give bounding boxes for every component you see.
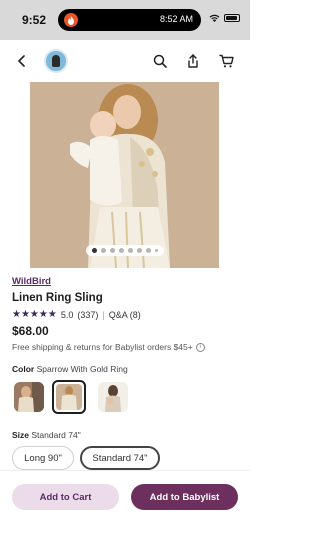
nav-bar (0, 40, 250, 82)
color-swatch[interactable] (14, 382, 44, 412)
size-selected-value: Standard 74" (31, 430, 81, 440)
rating-row[interactable]: ★★★★★ 5.0 (337) | Q&A (8) (12, 309, 141, 320)
carousel-dots[interactable] (30, 245, 219, 256)
brand-link[interactable]: WildBird (12, 276, 51, 287)
avatar[interactable] (44, 49, 68, 73)
color-label: Color (12, 364, 35, 374)
add-to-registry-button[interactable]: Add to Babylist (131, 484, 238, 510)
shipping-text: Free shipping & returns for Babylist ord… (12, 342, 193, 352)
color-swatch[interactable] (98, 382, 128, 412)
shipping-info: Free shipping & returns for Babylist ord… (12, 342, 205, 352)
product-title: Linen Ring Sling (12, 292, 103, 304)
carousel-dot[interactable] (118, 248, 124, 253)
bottom-action-bar: Add to Cart Add to Babylist (0, 470, 250, 543)
share-button[interactable] (182, 50, 204, 72)
size-option-standard[interactable]: Standard 74" (80, 446, 160, 470)
cart-button[interactable] (215, 50, 237, 72)
carousel-dot[interactable] (136, 248, 142, 253)
price: $68.00 (12, 324, 49, 338)
carousel-dot[interactable] (109, 248, 115, 253)
color-option-label: Color Sparrow With Gold Ring (12, 364, 128, 374)
size-option-long[interactable]: Long 90" (12, 446, 74, 470)
chevron-left-icon (18, 55, 25, 67)
carousel-dot[interactable] (91, 248, 97, 253)
rating-count[interactable]: (337) (77, 310, 98, 320)
back-button[interactable] (11, 50, 33, 72)
dynamic-island: 8:52 AM (58, 9, 201, 31)
wifi-icon (209, 14, 220, 22)
info-icon[interactable]: i (195, 342, 205, 352)
product-photo (30, 82, 219, 268)
status-icons (209, 14, 240, 22)
carousel-dot[interactable] (127, 248, 133, 253)
color-selected-value: Sparrow With Gold Ring (36, 364, 128, 374)
star-rating-icon: ★★★★★ (12, 309, 57, 320)
carousel-dot[interactable] (154, 249, 158, 252)
product-image[interactable] (30, 82, 219, 268)
search-button[interactable] (149, 50, 171, 72)
qa-link[interactable]: Q&A (8) (109, 310, 141, 320)
search-icon (153, 54, 167, 68)
flame-icon (64, 13, 78, 27)
cart-icon (218, 54, 234, 68)
carousel-dot[interactable] (145, 248, 151, 253)
size-label: Size (12, 430, 30, 440)
carousel-dot[interactable] (100, 248, 106, 253)
rating-value: 5.0 (60, 309, 74, 320)
island-time: 8:52 AM (159, 14, 193, 24)
battery-icon (224, 14, 240, 22)
add-to-cart-button[interactable]: Add to Cart (12, 484, 119, 510)
status-time: 9:52 (22, 13, 47, 27)
color-swatch-selected[interactable] (52, 380, 86, 414)
status-bar: 9:52 8:52 AM (0, 0, 250, 40)
size-option-label: Size Standard 74" (12, 430, 81, 440)
share-icon (188, 54, 198, 68)
separator: | (102, 309, 105, 320)
